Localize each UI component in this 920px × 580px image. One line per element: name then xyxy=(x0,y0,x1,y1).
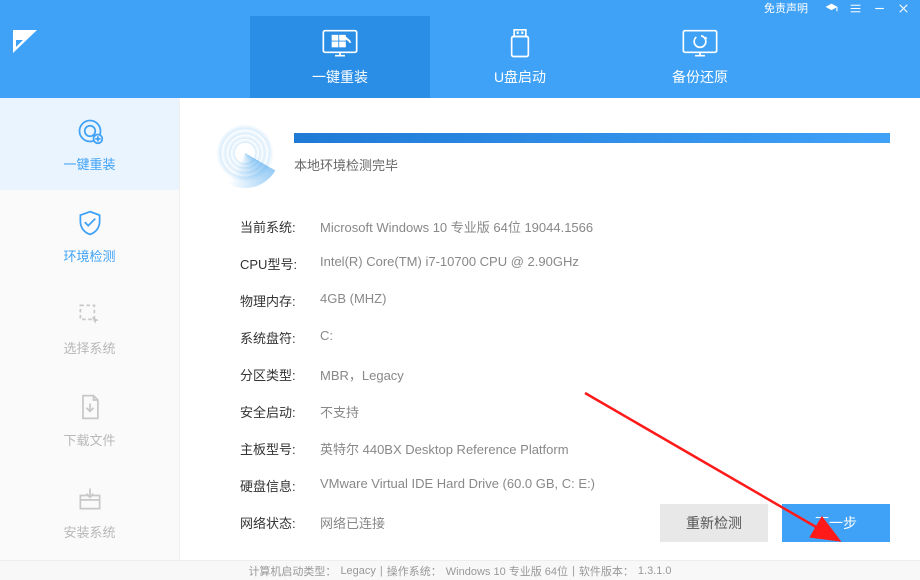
tab-label: U盘启动 xyxy=(494,67,546,87)
info-row-partition: 分区类型:MBR，Legacy xyxy=(240,356,890,393)
sidebar-item-reinstall[interactable]: 一键重装 xyxy=(0,98,179,190)
logo-area xyxy=(0,16,120,98)
info-row-disk: 硬盘信息:VMware Virtual IDE Hard Drive (60.0… xyxy=(240,467,890,504)
tab-reinstall[interactable]: 一键重装 xyxy=(250,16,430,98)
info-value: VMware Virtual IDE Hard Drive (60.0 GB, … xyxy=(320,476,595,495)
titlebar: 免责声明 xyxy=(0,0,920,16)
main-panel: 本地环境检测完毕 当前系统:Microsoft Windows 10 专业版 6… xyxy=(180,98,920,560)
progress-text: 本地环境检测完毕 xyxy=(294,155,890,174)
usb-drive-icon xyxy=(500,27,540,61)
status-os-value: Windows 10 专业版 64位 xyxy=(446,563,568,579)
status-os-label: 操作系统： xyxy=(387,563,442,579)
menu-icon[interactable] xyxy=(848,1,862,15)
info-label: 物理内存: xyxy=(240,291,320,310)
sidebar-item-label: 一键重装 xyxy=(63,154,115,173)
minimize-icon[interactable] xyxy=(872,1,886,15)
file-download-icon xyxy=(75,392,105,422)
status-boot-value: Legacy xyxy=(340,565,375,577)
info-label: CPU型号: xyxy=(240,254,320,273)
button-row: 重新检测 下一步 xyxy=(660,504,890,542)
tab-label: 一键重装 xyxy=(312,67,368,87)
tab-label: 备份还原 xyxy=(672,67,728,87)
box-download-icon xyxy=(75,484,105,514)
sidebar-item-download-file[interactable]: 下载文件 xyxy=(0,374,179,466)
info-label: 分区类型: xyxy=(240,365,320,384)
select-cursor-icon xyxy=(75,300,105,330)
info-label: 网络状态: xyxy=(240,513,320,532)
info-row-cpu: CPU型号:Intel(R) Core(TM) i7-10700 CPU @ 2… xyxy=(240,245,890,282)
info-value: 不支持 xyxy=(320,402,359,421)
info-label: 当前系统: xyxy=(240,217,320,236)
info-row-mainboard: 主板型号:英特尔 440BX Desktop Reference Platfor… xyxy=(240,430,890,467)
recheck-button[interactable]: 重新检测 xyxy=(660,504,768,542)
sidebar: 一键重装 环境检测 选择系统 xyxy=(0,98,180,560)
info-table: 当前系统:Microsoft Windows 10 专业版 64位 19044.… xyxy=(240,208,890,541)
close-icon[interactable] xyxy=(896,1,910,15)
status-sep: | xyxy=(572,565,575,577)
sidebar-item-label: 下载文件 xyxy=(63,430,115,449)
sidebar-item-label: 选择系统 xyxy=(63,338,115,357)
sidebar-item-env-check[interactable]: 环境检测 xyxy=(0,190,179,282)
info-row-sysdrive: 系统盘符:C: xyxy=(240,319,890,356)
sidebar-item-label: 环境检测 xyxy=(63,246,115,265)
info-value: Intel(R) Core(TM) i7-10700 CPU @ 2.90GHz xyxy=(320,254,579,273)
info-value: Microsoft Windows 10 专业版 64位 19044.1566 xyxy=(320,217,593,236)
status-boot-label: 计算机启动类型： xyxy=(248,563,336,579)
scan-row: 本地环境检测完毕 xyxy=(210,118,890,188)
tab-usb-boot[interactable]: U盘启动 xyxy=(430,16,610,98)
logo-icon xyxy=(10,26,40,56)
radar-scan-icon xyxy=(210,118,280,188)
statusbar: 计算机启动类型： Legacy | 操作系统： Windows 10 专业版 6… xyxy=(0,560,920,580)
info-row-memory: 物理内存:4GB (MHZ) xyxy=(240,282,890,319)
info-value: C: xyxy=(320,328,333,347)
sidebar-item-label: 安装系统 xyxy=(63,522,115,541)
shield-check-icon xyxy=(75,208,105,238)
graduation-icon[interactable] xyxy=(824,1,838,15)
disclaimer-link[interactable]: 免责声明 xyxy=(764,0,808,16)
sidebar-item-install-system[interactable]: 安装系统 xyxy=(0,466,179,558)
info-label: 系统盘符: xyxy=(240,328,320,347)
progress-bar xyxy=(294,133,890,143)
info-row-os: 当前系统:Microsoft Windows 10 专业版 64位 19044.… xyxy=(240,208,890,245)
info-value: 网络已连接 xyxy=(320,513,385,532)
status-version-value: 1.3.1.0 xyxy=(638,565,672,577)
info-label: 安全启动: xyxy=(240,402,320,421)
tab-backup-restore[interactable]: 备份还原 xyxy=(610,16,790,98)
monitor-windows-icon xyxy=(320,27,360,61)
info-value: 英特尔 440BX Desktop Reference Platform xyxy=(320,439,569,458)
header: 一键重装 U盘启动 备份还原 xyxy=(0,16,920,98)
info-label: 硬盘信息: xyxy=(240,476,320,495)
next-button[interactable]: 下一步 xyxy=(782,504,890,542)
info-value: MBR，Legacy xyxy=(320,365,404,384)
nav-tabs: 一键重装 U盘启动 备份还原 xyxy=(120,16,920,98)
sidebar-item-choose-system[interactable]: 选择系统 xyxy=(0,282,179,374)
status-version-label: 软件版本： xyxy=(579,563,634,579)
monitor-refresh-icon xyxy=(680,27,720,61)
info-label: 主板型号: xyxy=(240,439,320,458)
status-sep: | xyxy=(380,565,383,577)
target-plus-icon xyxy=(75,116,105,146)
info-row-secureboot: 安全启动:不支持 xyxy=(240,393,890,430)
info-value: 4GB (MHZ) xyxy=(320,291,386,310)
